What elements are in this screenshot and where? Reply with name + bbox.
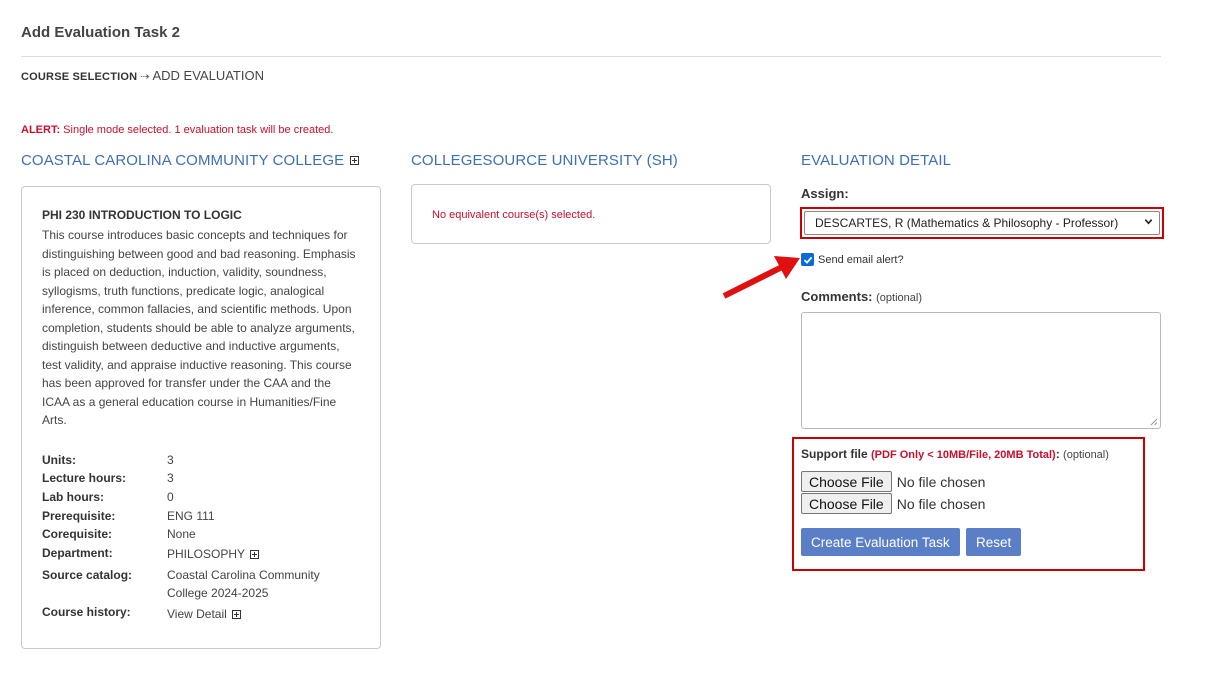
- support-file-label: Support file (PDF Only < 10MB/File, 20MB…: [801, 447, 1109, 461]
- no-equivalent-message: No equivalent course(s) selected.: [432, 209, 596, 221]
- detail-lab-hours: Lab hours: 0: [42, 488, 360, 507]
- reset-button[interactable]: Reset: [966, 528, 1022, 556]
- breadcrumb-course-selection[interactable]: COURSE SELECTION: [21, 71, 137, 83]
- resize-grip-icon[interactable]: [1150, 418, 1158, 426]
- prerequisite-value: ENG 111: [167, 508, 215, 523]
- file-status: No file chosen: [896, 473, 986, 490]
- evaluation-detail-heading: EVALUATION DETAIL: [801, 152, 951, 169]
- choose-file-button[interactable]: Choose File: [801, 471, 892, 492]
- course-history-value: View Detail: [167, 603, 241, 624]
- corequisite-label: Corequisite:: [42, 527, 113, 542]
- comments-textarea[interactable]: [801, 312, 1161, 429]
- lab-hours-value: 0: [167, 489, 174, 504]
- assign-selected-value: DESCARTES, R (Mathematics & Philosophy -…: [815, 216, 1119, 230]
- email-alert-checkbox[interactable]: [801, 253, 814, 266]
- expand-plus-icon[interactable]: [350, 156, 360, 165]
- checkmark-icon: [803, 256, 812, 264]
- alert-message: ALERT: Single mode selected. 1 evaluatio…: [21, 124, 333, 136]
- red-arrow-icon: [722, 256, 800, 299]
- history-expand-plus-icon[interactable]: [231, 609, 241, 619]
- file-input-1: Choose File No file chosen: [801, 471, 985, 492]
- email-alert-label: Send email alert?: [818, 253, 904, 266]
- lecture-hours-value: 3: [167, 471, 174, 486]
- course-card: PHI 230 INTRODUCTION TO LOGIC This cours…: [21, 186, 381, 649]
- support-file-title: Support file: [801, 447, 868, 461]
- units-value: 3: [167, 452, 174, 467]
- department-expand-plus-icon[interactable]: [250, 549, 260, 559]
- source-catalog-value: Coastal Carolina Community College 2024-…: [167, 567, 320, 601]
- breadcrumb-arrow-icon: ⇢: [140, 71, 150, 83]
- view-detail-link[interactable]: View Detail: [167, 605, 227, 624]
- alert-text: Single mode selected. 1 evaluation task …: [63, 124, 334, 136]
- support-file-colon: :: [1055, 447, 1060, 461]
- units-label: Units:: [42, 452, 76, 467]
- assign-label: Assign:: [801, 186, 849, 201]
- file-input-2: Choose File No file chosen: [801, 493, 985, 514]
- corequisite-value: None: [167, 527, 196, 542]
- detail-source-catalog: Source catalog: Coastal Carolina Communi…: [42, 566, 360, 603]
- course-history-label: Course history:: [42, 605, 131, 620]
- support-file-hint: (PDF Only < 10MB/File, 20MB Total): [871, 449, 1056, 461]
- source-catalog-label: Source catalog:: [42, 567, 133, 582]
- comments-label: Comments: (optional): [801, 289, 922, 304]
- assign-highlight: DESCARTES, R (Mathematics & Philosophy -…: [800, 207, 1164, 239]
- title-divider: [21, 56, 1161, 57]
- source-college-heading: COASTAL CAROLINA COMMUNITY COLLEGE: [21, 152, 360, 169]
- evaluation-detail-title: EVALUATION DETAIL: [801, 152, 952, 169]
- choose-file-button[interactable]: Choose File: [801, 493, 892, 514]
- breadcrumb: COURSE SELECTION ⇢ ADD EVALUATION: [21, 68, 264, 83]
- department-value: PHILOSOPHY: [167, 544, 260, 564]
- detail-course-history: Course history: View Detail: [42, 603, 360, 624]
- department-name: PHILOSOPHY: [167, 547, 246, 562]
- support-file-section: Support file (PDF Only < 10MB/File, 20MB…: [792, 437, 1145, 571]
- email-alert-row: Send email alert?: [801, 253, 904, 266]
- create-evaluation-task-button[interactable]: Create Evaluation Task: [801, 528, 960, 556]
- comments-optional: (optional): [876, 292, 922, 304]
- course-details: Units: 3 Lecture hours: 3 Lab hours: 0 P…: [42, 451, 360, 624]
- department-label: Department:: [42, 546, 113, 561]
- detail-department: Department: PHILOSOPHY: [42, 544, 360, 564]
- course-description: This course introduces basic concepts an…: [42, 228, 356, 427]
- target-university-heading: COLLEGESOURCE UNIVERSITY (SH): [411, 152, 678, 169]
- comments-label-text: Comments:: [801, 289, 873, 304]
- target-university-name: COLLEGESOURCE UNIVERSITY (SH): [411, 152, 678, 169]
- course-code: PHI 230 INTRODUCTION TO LOGIC: [42, 208, 242, 222]
- breadcrumb-add-evaluation: ADD EVALUATION: [152, 68, 264, 83]
- detail-lecture-hours: Lecture hours: 3: [42, 469, 360, 488]
- chevron-down-icon: [1144, 219, 1153, 225]
- support-file-optional: (optional): [1063, 449, 1109, 461]
- page-title: Add Evaluation Task 2: [21, 24, 180, 41]
- alert-prefix: ALERT:: [21, 124, 61, 136]
- detail-units: Units: 3: [42, 451, 360, 470]
- source-college-name: COASTAL CAROLINA COMMUNITY COLLEGE: [21, 152, 345, 169]
- lecture-hours-label: Lecture hours:: [42, 471, 127, 486]
- assign-select[interactable]: DESCARTES, R (Mathematics & Philosophy -…: [804, 211, 1160, 235]
- file-status: No file chosen: [896, 495, 986, 512]
- detail-prerequisite: Prerequisite: ENG 111: [42, 507, 360, 526]
- equivalent-courses-card: No equivalent course(s) selected.: [411, 184, 771, 244]
- detail-corequisite: Corequisite: None: [42, 525, 360, 544]
- lab-hours-label: Lab hours:: [42, 489, 104, 504]
- prerequisite-label: Prerequisite:: [42, 508, 116, 523]
